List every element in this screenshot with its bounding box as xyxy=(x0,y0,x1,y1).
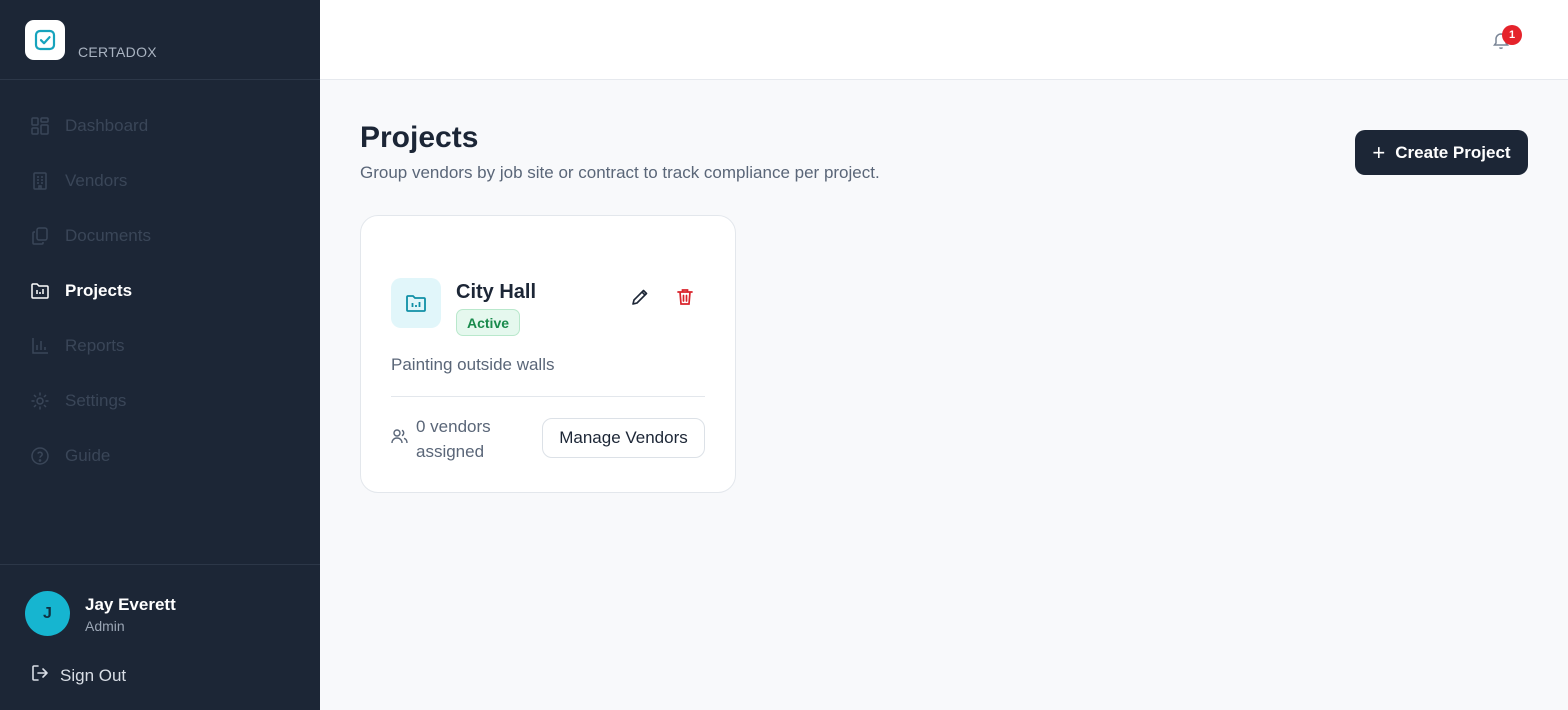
manage-vendors-button[interactable]: Manage Vendors xyxy=(542,418,705,458)
grid-icon xyxy=(30,116,50,136)
user-role: Admin xyxy=(85,618,125,634)
sidebar-item-label: Vendors xyxy=(65,170,128,190)
gear-icon xyxy=(30,391,50,411)
card-divider xyxy=(391,396,705,397)
sidebar-item-label: Documents xyxy=(65,225,151,245)
sidebar-item-label: Settings xyxy=(65,390,127,410)
sidebar-item-settings[interactable]: Settings xyxy=(0,373,320,428)
sidebar-item-dashboard[interactable]: Dashboard xyxy=(0,98,320,153)
page-title: Projects xyxy=(360,121,479,154)
sidebar-item-projects[interactable]: Projects xyxy=(0,263,320,318)
sidebar-nav: Dashboard Vendors Documents Projects Rep… xyxy=(0,98,320,483)
logout-icon xyxy=(30,663,50,688)
notification-badge: 1 xyxy=(1502,25,1522,45)
help-circle-icon xyxy=(30,446,50,466)
project-name: City Hall xyxy=(456,281,537,303)
project-description: Painting outside walls xyxy=(391,355,555,374)
users-icon xyxy=(391,428,408,450)
check-square-icon[interactable] xyxy=(25,20,65,60)
create-project-button[interactable]: + Create Project xyxy=(1355,130,1528,175)
vendors-assigned-text: 0 vendors assigned xyxy=(416,417,491,461)
documents-icon xyxy=(30,226,50,246)
brand-name: CERTADOX xyxy=(78,44,157,60)
sidebar-item-guide[interactable]: Guide xyxy=(0,428,320,483)
topbar: 1 xyxy=(320,0,1568,80)
folder-chart-icon xyxy=(391,278,441,328)
folder-chart-icon xyxy=(30,281,50,301)
project-card[interactable]: City Hall Active Painting outside walls … xyxy=(360,215,736,493)
plus-icon: + xyxy=(1372,139,1386,165)
vendor-count: 0 vendors assigned xyxy=(391,414,516,464)
sidebar-item-label: Projects xyxy=(65,280,133,300)
create-project-label: Create Project xyxy=(1395,142,1511,162)
status-badge: Active xyxy=(456,309,521,336)
sidebar: CERTADOX Dashboard Vendors Documents Pro… xyxy=(0,0,320,710)
brand: CERTADOX xyxy=(0,0,320,80)
sidebar-item-vendors[interactable]: Vendors xyxy=(0,153,320,208)
pencil-icon[interactable] xyxy=(627,284,653,310)
sidebar-item-label: Dashboard xyxy=(65,115,149,135)
building-icon xyxy=(30,171,50,191)
sidebar-item-reports[interactable]: Reports xyxy=(0,318,320,373)
sign-out-button[interactable]: Sign Out xyxy=(30,663,126,688)
bar-chart-icon xyxy=(30,336,50,356)
user-panel: J Jay Everett Admin Sign Out xyxy=(0,564,320,710)
avatar[interactable]: J xyxy=(25,591,70,636)
sidebar-item-label: Reports xyxy=(65,335,125,355)
user-name: Jay Everett xyxy=(85,595,176,614)
sidebar-item-label: Guide xyxy=(65,445,111,465)
page-subtitle: Group vendors by job site or contract to… xyxy=(360,163,880,182)
sign-out-label: Sign Out xyxy=(60,665,127,685)
sidebar-item-documents[interactable]: Documents xyxy=(0,208,320,263)
trash-icon[interactable] xyxy=(672,284,698,310)
